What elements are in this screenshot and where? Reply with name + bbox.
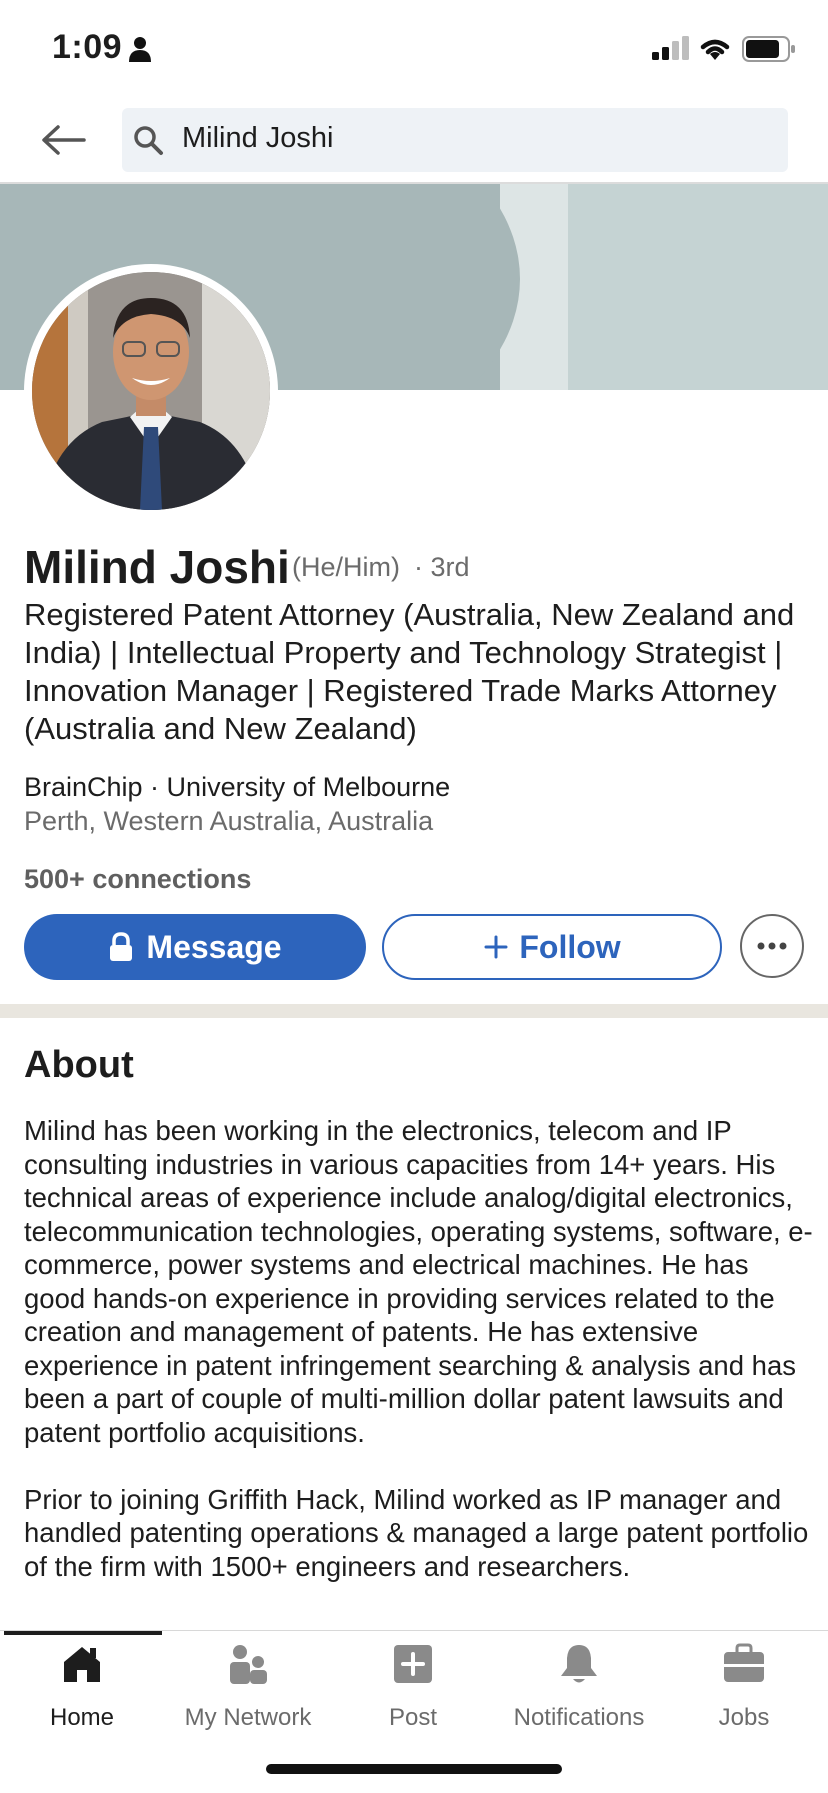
about-text: Milind has been working in the electroni… xyxy=(24,1115,813,1582)
profile-pronouns: (He/Him) xyxy=(292,552,400,582)
profile-location: Perth, Western Australia, Australia xyxy=(24,806,434,836)
nav-home[interactable]: Home xyxy=(2,1640,162,1740)
avatar[interactable] xyxy=(24,264,278,518)
nav-post[interactable]: Post xyxy=(333,1640,493,1740)
nav-notifications[interactable]: Notifications xyxy=(499,1640,659,1740)
nav-jobs-label: Jobs xyxy=(718,1704,770,1731)
battery-icon xyxy=(742,36,795,62)
nav-home-label: Home xyxy=(49,1704,115,1731)
ellipsis-icon xyxy=(757,942,787,950)
nav-jobs[interactable]: Jobs xyxy=(664,1640,824,1740)
bell-icon xyxy=(561,1645,597,1683)
nav-my-network-label: My Network xyxy=(184,1704,312,1731)
profile-name: Milind Joshi xyxy=(24,541,290,593)
home-icon xyxy=(64,1647,100,1682)
lock-icon xyxy=(110,932,133,961)
about-heading: About xyxy=(24,1044,134,1086)
follow-button-label: Follow xyxy=(519,928,621,965)
connections-count[interactable]: 500+ connections xyxy=(24,864,251,895)
profile-company[interactable]: BrainChip · University of Melbourne xyxy=(24,772,450,803)
person-icon xyxy=(129,37,151,62)
message-button[interactable]: Message xyxy=(24,914,366,980)
wifi-icon xyxy=(700,39,730,60)
section-divider xyxy=(0,1004,828,1018)
briefcase-icon xyxy=(724,1643,764,1682)
profile-photo xyxy=(32,272,270,510)
back-arrow-icon[interactable] xyxy=(36,112,92,168)
nav-post-label: Post xyxy=(388,1704,438,1731)
nav-my-network[interactable]: My Network xyxy=(168,1640,328,1740)
network-icon xyxy=(230,1645,267,1684)
connection-degree: · 3rd xyxy=(414,552,470,582)
profile-headline: Registered Patent Attorney (Australia, N… xyxy=(24,597,795,746)
search-icon xyxy=(134,126,163,155)
active-tab-indicator xyxy=(4,1631,162,1635)
search-query[interactable]: Milind Joshi xyxy=(182,122,334,155)
cellular-signal-icon xyxy=(652,36,689,60)
plus-icon xyxy=(484,935,508,959)
nav-notifications-label: Notifications xyxy=(513,1704,645,1731)
more-options-button[interactable] xyxy=(740,914,804,978)
follow-button[interactable]: Follow xyxy=(382,914,722,980)
status-time: 1:09 xyxy=(52,28,123,66)
message-button-label: Message xyxy=(146,928,282,965)
post-icon xyxy=(394,1645,432,1683)
home-indicator[interactable] xyxy=(266,1764,562,1774)
